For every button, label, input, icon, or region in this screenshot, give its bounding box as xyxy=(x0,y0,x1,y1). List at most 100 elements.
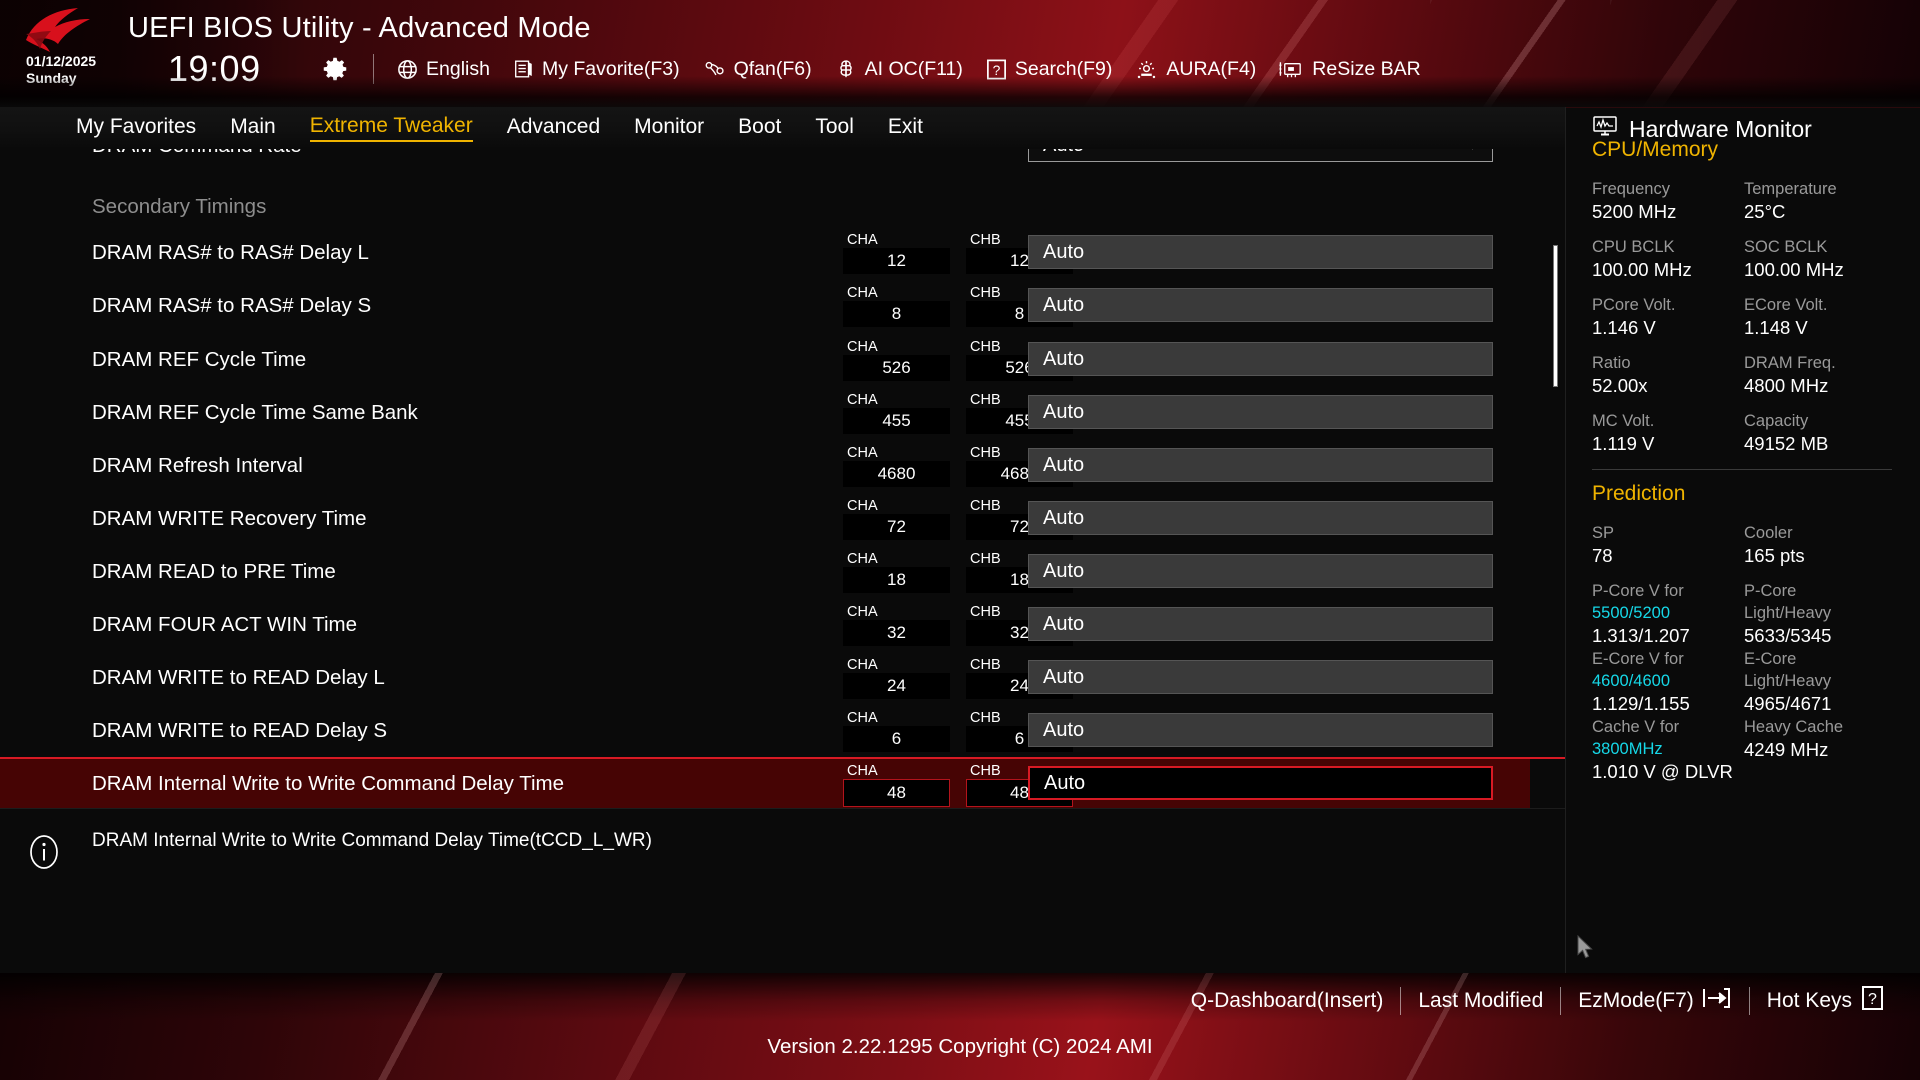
svg-text:?: ? xyxy=(992,61,1000,77)
hw-metric-label: MC Volt. xyxy=(1592,412,1655,430)
hw-metric: MC Volt. 1.119 V xyxy=(1592,410,1744,456)
info-icon xyxy=(24,832,64,877)
mouse-cursor xyxy=(1577,934,1595,966)
setting-dropdown[interactable]: Auto xyxy=(1028,660,1493,694)
setting-row[interactable]: DRAM REF Cycle Time CHA 526 CHB 526 Auto xyxy=(0,333,1530,386)
hw-prediction-line: 4600/4600 xyxy=(1592,672,1670,690)
setting-label: DRAM FOUR ACT WIN Time xyxy=(92,612,357,636)
dropdown-value: Auto xyxy=(1043,347,1085,370)
setting-dropdown[interactable]: Auto xyxy=(1028,342,1493,376)
hw-metric-value: 100.00 MHz xyxy=(1744,259,1844,280)
resize-bar-label: ReSize BAR xyxy=(1312,57,1421,80)
dropdown-value: Auto xyxy=(1043,559,1085,582)
channel-value: 18 xyxy=(843,567,950,593)
hw-prediction-line: 3800MHz xyxy=(1592,740,1663,758)
setting-row[interactable]: DRAM WRITE Recovery Time CHA 72 CHB 72 Auto xyxy=(0,492,1530,545)
channel-cell-cha: CHA 18 xyxy=(843,551,950,593)
channel-cell-cha: CHA 24 xyxy=(843,657,950,699)
nav-item-exit[interactable]: Exit xyxy=(888,115,923,141)
nav-item-monitor[interactable]: Monitor xyxy=(634,115,704,141)
vertical-scrollbar[interactable] xyxy=(1553,245,1558,387)
channel-cell-cha: CHA 526 xyxy=(843,339,950,381)
setting-row[interactable]: DRAM FOUR ACT WIN Time CHA 32 CHB 32 Auto xyxy=(0,598,1530,651)
nav-item-main[interactable]: Main xyxy=(230,115,276,141)
setting-row[interactable]: DRAM Internal Write to Write Command Del… xyxy=(0,757,1565,808)
my-favorite-button[interactable]: My Favorite(F3) xyxy=(512,58,680,81)
question-box-icon: ? xyxy=(1860,985,1885,1017)
setting-row[interactable]: DRAM WRITE to READ Delay S CHA 6 CHB 6 Auto xyxy=(0,704,1530,757)
setting-dropdown[interactable]: Auto xyxy=(1028,288,1493,322)
nav-item-tool[interactable]: Tool xyxy=(815,115,854,141)
setting-dropdown[interactable]: Auto xyxy=(1028,501,1493,535)
channel-label: CHA xyxy=(847,763,878,779)
header-bar: UEFI BIOS Utility - Advanced Mode 01/12/… xyxy=(0,0,1920,110)
channel-cell-cha: CHA 32 xyxy=(843,604,950,646)
hw-metric-value: 4800 MHz xyxy=(1744,375,1829,396)
setting-dropdown[interactable]: Auto xyxy=(1028,766,1493,800)
language-button[interactable]: English xyxy=(396,58,490,81)
setting-row[interactable]: DRAM RAS# to RAS# Delay L CHA 12 CHB 12 Auto xyxy=(0,226,1530,279)
setting-dropdown[interactable]: Auto xyxy=(1028,235,1493,269)
nav-item-my-favorites[interactable]: My Favorites xyxy=(76,115,196,141)
nav-item-extreme-tweaker[interactable]: Extreme Tweaker xyxy=(309,114,473,142)
setting-row[interactable]: DRAM WRITE to READ Delay L CHA 24 CHB 24 Auto xyxy=(0,651,1530,704)
channel-label: CHA xyxy=(847,604,878,620)
setting-dropdown[interactable]: Auto xyxy=(1028,395,1493,429)
setting-row[interactable]: DRAM Refresh Interval CHA 4680 CHB 4680 Auto xyxy=(0,439,1530,492)
hw-metric-pair: CPU BCLK 100.00 MHz SOC BCLK 100.00 MHz xyxy=(1592,236,1897,282)
dropdown-value: Auto xyxy=(1043,506,1085,529)
hw-metric-value: 1.148 V xyxy=(1744,317,1808,338)
channel-label: CHA xyxy=(847,392,878,408)
hw-prediction-line: Heavy Cache xyxy=(1744,718,1844,736)
hw-metric-value: 78 xyxy=(1592,545,1613,566)
hw-prediction-line: 5500/5200 xyxy=(1592,604,1670,622)
footer-item-last-modified[interactable]: Last Modified xyxy=(1401,989,1560,1013)
hw-metric-pair: MC Volt. 1.119 V Capacity 49152 MB xyxy=(1592,410,1897,456)
aura-button[interactable]: AURA(F4) xyxy=(1134,58,1256,81)
setting-label: DRAM Internal Write to Write Command Del… xyxy=(92,771,565,795)
resize-bar-button[interactable]: ReSize BAR xyxy=(1278,57,1421,81)
hardware-monitor-panel: Hardware Monitor CPU/Memory Frequency 5200… xyxy=(1565,107,1920,973)
hw-prediction-line: Light/Heavy xyxy=(1744,672,1832,690)
footer-item-hot-keys[interactable]: Hot Keys? xyxy=(1750,985,1902,1017)
aura-icon xyxy=(1134,58,1159,81)
qfan-button[interactable]: Qfan(F6) xyxy=(702,58,812,81)
setting-row[interactable]: DRAM RAS# to RAS# Delay S CHA 8 CHB 8 Auto xyxy=(0,279,1530,332)
hw-metric-label: SOC BCLK xyxy=(1744,238,1828,256)
setting-dropdown[interactable]: Auto xyxy=(1028,448,1493,482)
channel-cell-cha: CHA 8 xyxy=(843,285,950,327)
enter-arrow-icon xyxy=(1702,986,1732,1016)
qfan-icon xyxy=(702,58,727,80)
setting-dropdown[interactable]: Auto xyxy=(1028,607,1493,641)
ai-oc-icon xyxy=(834,58,858,81)
setting-label: DRAM Command Rate xyxy=(92,149,302,158)
setting-dropdown[interactable]: Auto xyxy=(1028,713,1493,747)
hw-metric-label: CPU BCLK xyxy=(1592,238,1675,256)
footer-item-ezmode-f7-[interactable]: EzMode(F7) xyxy=(1561,986,1749,1016)
header-divider xyxy=(373,54,374,84)
footer-item-q-dashboard-insert-[interactable]: Q-Dashboard(Insert) xyxy=(1174,989,1401,1013)
setting-dropdown[interactable]: Auto xyxy=(1028,554,1493,588)
channel-cell-cha: CHA 48 xyxy=(843,763,950,807)
main-navigation: My Favorites Main Extreme Tweaker Advanced M… xyxy=(0,107,1565,149)
svg-text:?: ? xyxy=(1868,991,1877,1008)
setting-label: DRAM REF Cycle Time Same Bank xyxy=(92,400,418,424)
setting-row[interactable]: DRAM REF Cycle Time Same Bank CHA 455 CHB 45… xyxy=(0,386,1530,439)
setting-dropdown[interactable]: Auto ▼ xyxy=(1028,149,1493,162)
ai-oc-button[interactable]: AI OC(F11) xyxy=(834,58,963,81)
setting-row[interactable]: DRAM Command Rate Auto ▼ xyxy=(0,149,1530,172)
gear-icon[interactable] xyxy=(320,54,350,89)
search-button[interactable]: ? Search(F9) xyxy=(985,58,1112,81)
hw-metric-label: Cooler xyxy=(1744,524,1793,542)
setting-label: DRAM RAS# to RAS# Delay S xyxy=(92,293,372,317)
hw-metric-value: 49152 MB xyxy=(1744,433,1829,454)
hw-prediction-line: E-Core V for xyxy=(1592,650,1684,668)
nav-item-advanced[interactable]: Advanced xyxy=(507,115,600,141)
nav-item-boot[interactable]: Boot xyxy=(738,115,781,141)
hw-prediction-line: 4249 MHz xyxy=(1744,739,1829,760)
setting-label: DRAM WRITE to READ Delay L xyxy=(92,665,385,689)
hw-prediction-line: 4965/4671 xyxy=(1744,693,1832,714)
hw-metric-value: 52.00x xyxy=(1592,375,1648,396)
setting-row[interactable]: DRAM READ to PRE Time CHA 18 CHB 18 Auto xyxy=(0,545,1530,598)
hw-metric-value: 100.00 MHz xyxy=(1592,259,1692,280)
